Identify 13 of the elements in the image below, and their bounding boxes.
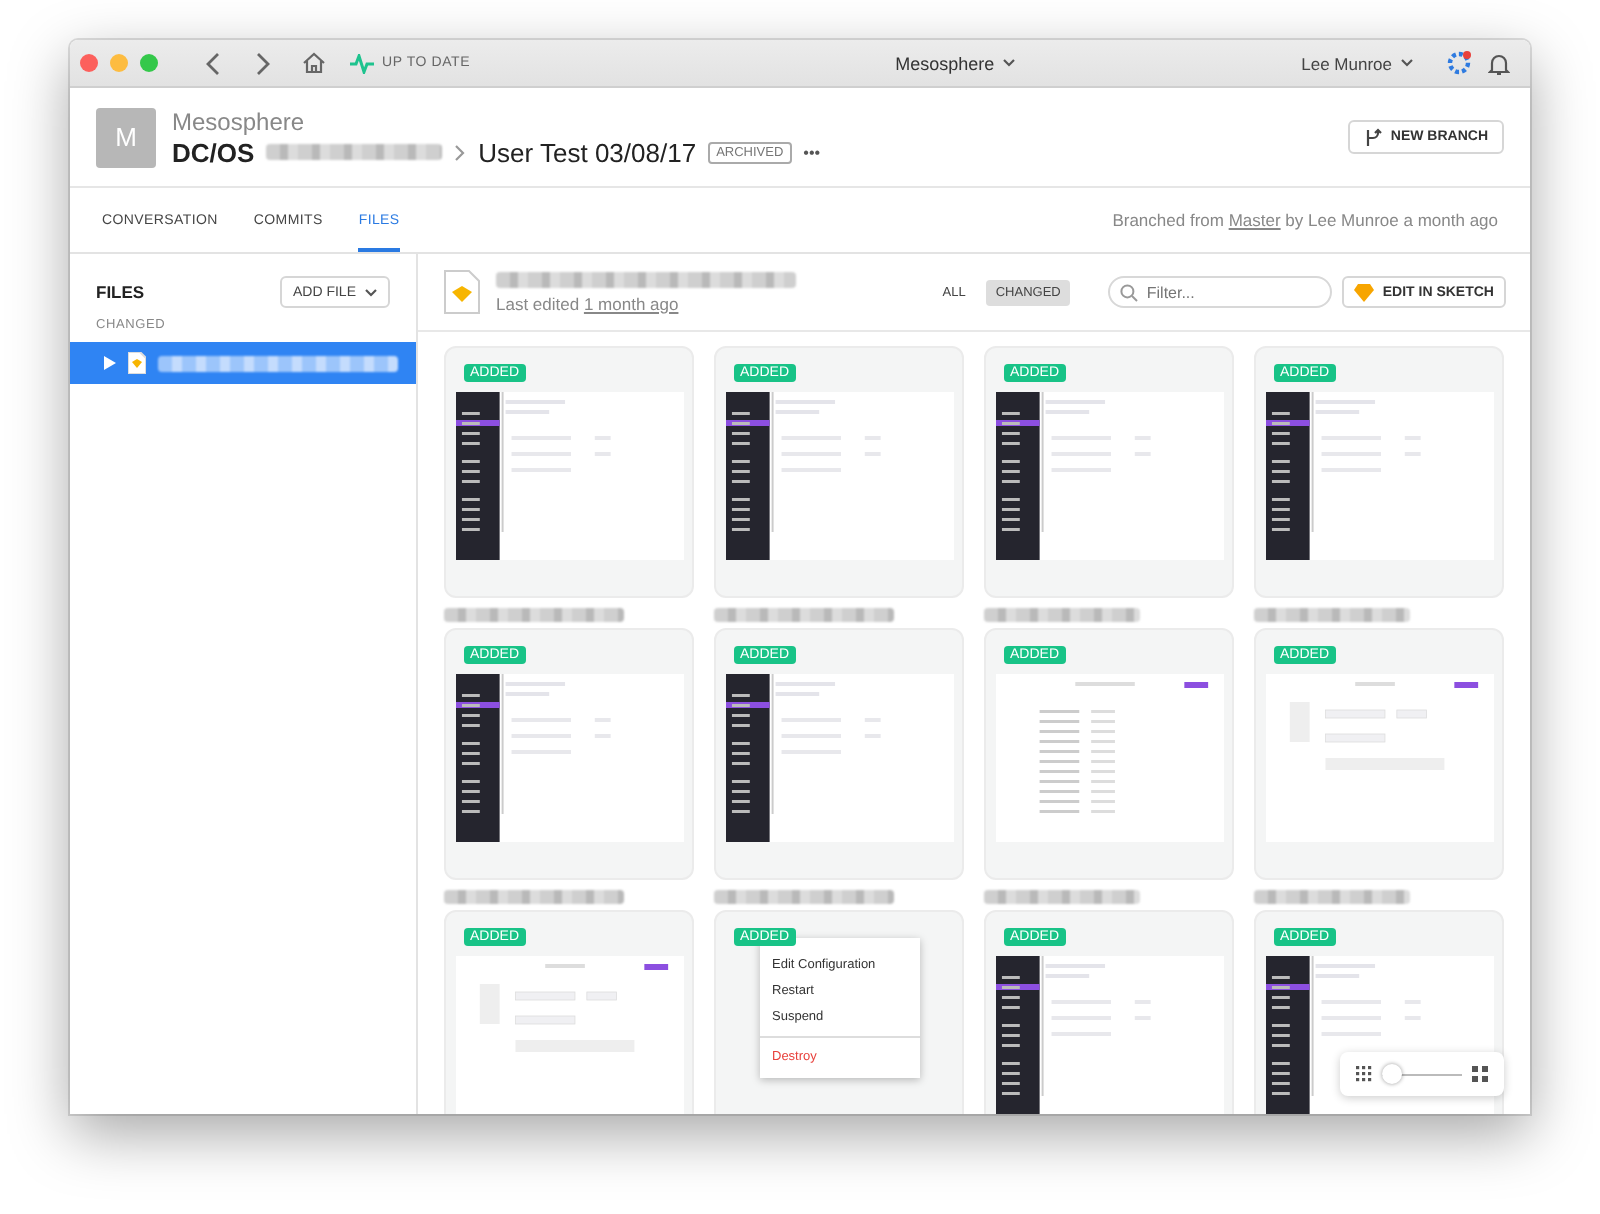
- search-field[interactable]: Filter...: [1108, 276, 1333, 308]
- project-switcher[interactable]: Mesosphere: [895, 53, 1017, 73]
- branch-info: Branched from Master by Lee Munroe a month ago: [1112, 210, 1498, 230]
- organization-name: Mesosphere: [172, 107, 307, 135]
- more-button[interactable]: •••: [803, 143, 821, 161]
- project-name[interactable]: DC/OS: [172, 137, 255, 167]
- master-link[interactable]: Master: [1228, 210, 1281, 230]
- branch-name: User Test 03/08/17: [478, 137, 697, 167]
- project-avatar: M: [96, 107, 156, 167]
- time-link[interactable]: 1 month ago: [583, 293, 679, 313]
- user-menu[interactable]: Lee Munroe: [1301, 53, 1415, 73]
- sidebar-title: FILES: [96, 282, 145, 302]
- last-edited: Last edited 1 month ago: [496, 293, 681, 313]
